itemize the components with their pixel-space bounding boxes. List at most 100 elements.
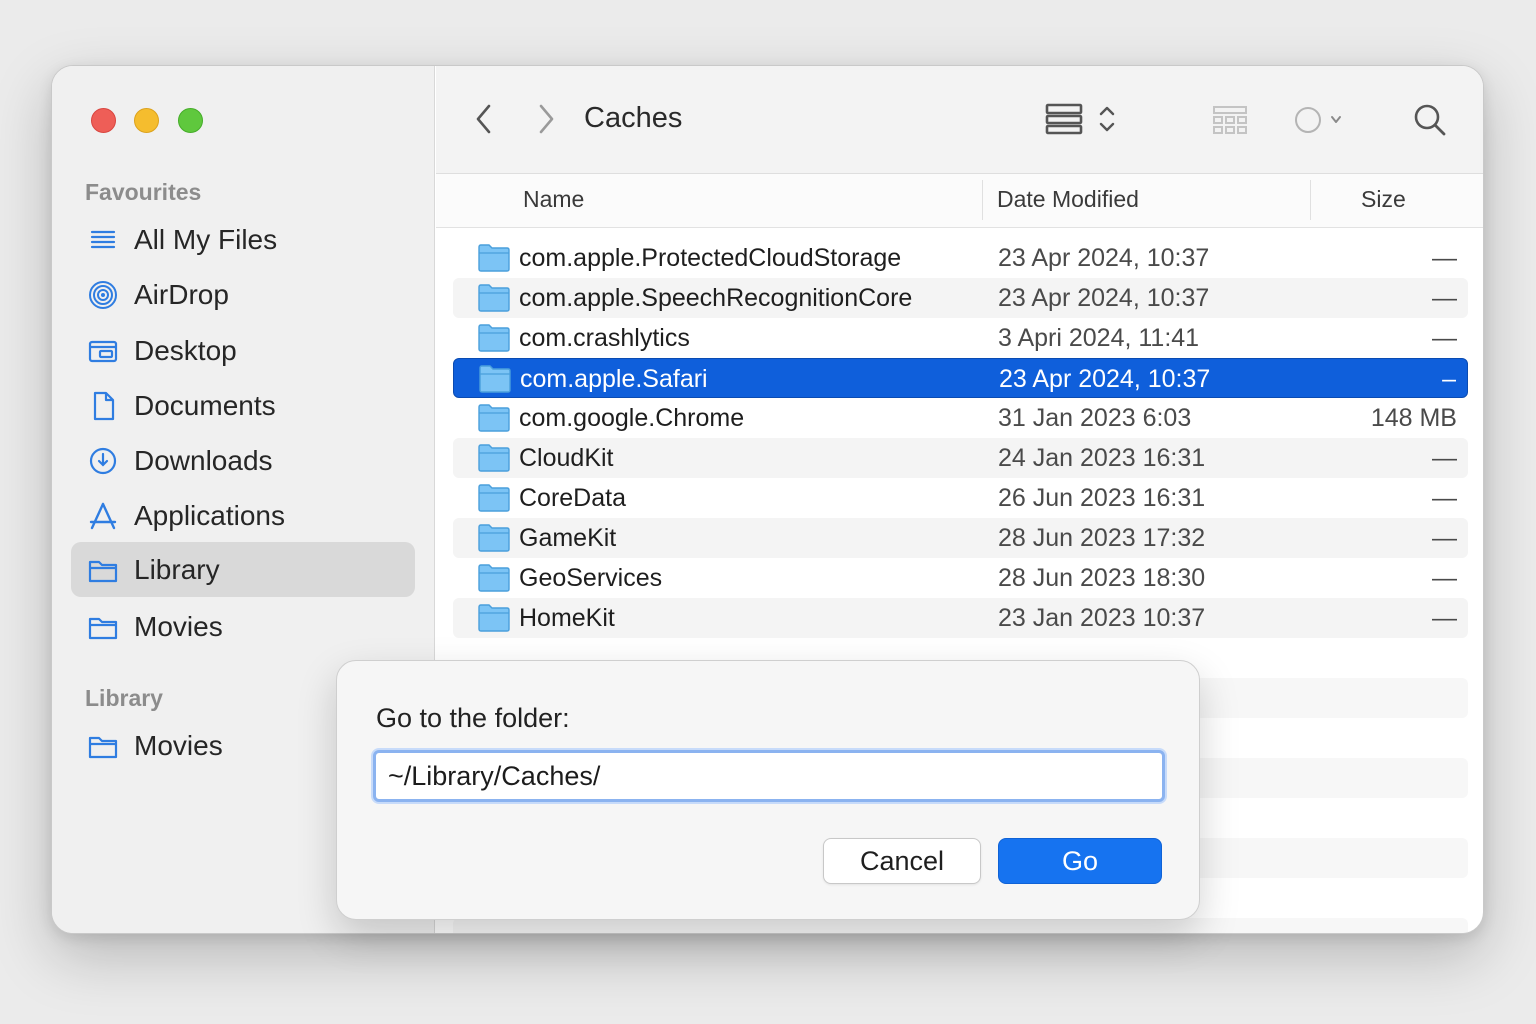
zoom-button[interactable] xyxy=(178,108,203,133)
file-size: 148 MB xyxy=(1370,404,1457,432)
sidebar-heading-library: Library xyxy=(85,685,163,711)
sidebar-item-documents[interactable]: Documents xyxy=(71,378,415,433)
file-date: 23 Apr 2024, 10:37 xyxy=(998,284,1210,312)
file-date: 3 Apri 2024, 11:41 xyxy=(998,324,1200,352)
sidebar-item-label: Downloads xyxy=(134,444,273,476)
sidebar-item-downloads[interactable]: Downloads xyxy=(71,433,415,488)
folder-icon xyxy=(478,484,510,512)
window-title: Caches xyxy=(584,102,683,134)
applications-icon xyxy=(87,500,119,532)
folder-icon xyxy=(87,554,119,586)
sidebar-item-desktop[interactable]: Desktop xyxy=(71,323,415,378)
file-name: com.crashlytics xyxy=(519,324,690,352)
folder-icon xyxy=(479,365,511,393)
file-date: 31 Jan 2023 6:03 xyxy=(998,404,1192,432)
dialog-prompt: Go to the folder: xyxy=(376,703,570,733)
close-button[interactable] xyxy=(91,108,116,133)
sidebar-item-label: Desktop xyxy=(134,334,237,366)
file-name: com.google.Chrome xyxy=(519,404,745,432)
file-size: — xyxy=(1432,564,1457,592)
file-name: GeoServices xyxy=(519,564,663,592)
folder-icon xyxy=(478,404,510,432)
table-row[interactable]: CloudKit 24 Jan 2023 16:31 — xyxy=(453,438,1468,478)
list-view-icon[interactable] xyxy=(1044,102,1086,136)
table-row[interactable]: com.crashlytics 3 Apri 2024, 11:41 — xyxy=(453,318,1468,358)
file-size: — xyxy=(1432,284,1457,312)
file-size: — xyxy=(1432,604,1457,632)
file-date: 28 Jun 2023 18:30 xyxy=(998,564,1206,592)
file-date: 26 Jun 2023 16:31 xyxy=(998,484,1206,512)
sidebar-item-label: Library xyxy=(134,553,220,585)
column-divider xyxy=(1310,180,1311,220)
tag-circle-icon[interactable] xyxy=(1292,104,1344,136)
table-row[interactable]: GeoServices 28 Jun 2023 18:30 — xyxy=(453,558,1468,598)
column-date-modified[interactable]: Date Modified xyxy=(997,186,1139,213)
sidebar-item-all-my-files[interactable]: All My Files xyxy=(71,212,415,267)
file-name: GameKit xyxy=(519,524,617,552)
go-button[interactable]: Go xyxy=(998,838,1162,884)
file-size: — xyxy=(1432,524,1457,552)
file-size: — xyxy=(1432,444,1457,472)
empty-row xyxy=(453,918,1468,933)
table-row[interactable]: com.apple.SpeechRecognitionCore 23 Apr 2… xyxy=(453,278,1468,318)
sidebar-item-label: All My Files xyxy=(134,223,278,255)
cancel-button[interactable]: Cancel xyxy=(823,838,981,884)
folder-path-input[interactable] xyxy=(373,750,1165,802)
folder-icon xyxy=(87,730,119,762)
column-divider xyxy=(982,180,983,220)
list-icon xyxy=(87,224,119,256)
sidebar-item-label: AirDrop xyxy=(134,278,229,310)
file-size: — xyxy=(1432,484,1457,512)
downloads-icon xyxy=(87,445,119,477)
sidebar-item-label: Applications xyxy=(134,499,285,531)
column-name[interactable]: Name xyxy=(523,186,584,213)
file-name: com.apple.Safari xyxy=(520,365,708,393)
table-row[interactable]: com.google.Chrome 31 Jan 2023 6:03 148 M… xyxy=(453,398,1468,438)
toolbar: Caches xyxy=(436,66,1483,174)
file-date: 28 Jun 2023 17:32 xyxy=(998,524,1206,552)
file-size: – xyxy=(1442,365,1456,393)
go-to-folder-dialog: Go to the folder: Cancel Go xyxy=(336,660,1200,920)
chevron-updown-icon[interactable] xyxy=(1096,102,1118,136)
sidebar-item-label: Documents xyxy=(134,389,276,421)
column-size[interactable]: Size xyxy=(1361,186,1406,213)
file-name: CoreData xyxy=(519,484,626,512)
folder-icon xyxy=(478,564,510,592)
folder-icon xyxy=(478,284,510,312)
file-size: — xyxy=(1432,244,1457,272)
folder-icon xyxy=(478,604,510,632)
desktop-icon xyxy=(87,335,119,367)
table-row[interactable]: com.apple.ProtectedCloudStorage 23 Apr 2… xyxy=(453,238,1468,278)
sidebar-item-library[interactable]: Library xyxy=(71,542,415,597)
sidebar-item-movies[interactable]: Movies xyxy=(71,599,415,654)
sidebar-item-airdrop[interactable]: AirDrop xyxy=(71,267,415,322)
file-name: com.apple.ProtectedCloudStorage xyxy=(519,244,902,272)
file-name: CloudKit xyxy=(519,444,614,472)
sidebar-item-label: Movies xyxy=(134,610,223,642)
chevron-left-icon[interactable] xyxy=(472,102,496,136)
chevron-right-icon[interactable] xyxy=(534,102,558,136)
folder-icon xyxy=(87,611,119,643)
column-header: Name Date Modified Size xyxy=(436,174,1483,228)
folder-icon xyxy=(478,524,510,552)
sidebar-item-label: Movies xyxy=(134,729,223,761)
table-row[interactable]: CoreData 26 Jun 2023 16:31 — xyxy=(453,478,1468,518)
minimize-button[interactable] xyxy=(134,108,159,133)
file-date: 23 Apr 2024, 10:37 xyxy=(999,365,1211,393)
table-row-selected[interactable]: com.apple.Safari 23 Apr 2024, 10:37 – xyxy=(453,358,1468,398)
file-name: com.apple.SpeechRecognitionCore xyxy=(519,284,913,312)
folder-icon xyxy=(478,324,510,352)
sidebar-item-applications[interactable]: Applications xyxy=(71,488,415,543)
group-by-icon[interactable] xyxy=(1212,104,1248,136)
folder-icon xyxy=(478,244,510,272)
search-icon[interactable] xyxy=(1412,102,1448,138)
file-size: — xyxy=(1432,324,1457,352)
table-row[interactable]: GameKit 28 Jun 2023 17:32 — xyxy=(453,518,1468,558)
file-date: 23 Apr 2024, 10:37 xyxy=(998,244,1210,272)
sidebar-heading-favourites: Favourites xyxy=(85,179,202,205)
file-date: 23 Jan 2023 10:37 xyxy=(998,604,1206,632)
file-name: HomeKit xyxy=(519,604,615,632)
document-icon xyxy=(87,390,119,422)
table-row[interactable]: HomeKit 23 Jan 2023 10:37 — xyxy=(453,598,1468,638)
file-date: 24 Jan 2023 16:31 xyxy=(998,444,1206,472)
